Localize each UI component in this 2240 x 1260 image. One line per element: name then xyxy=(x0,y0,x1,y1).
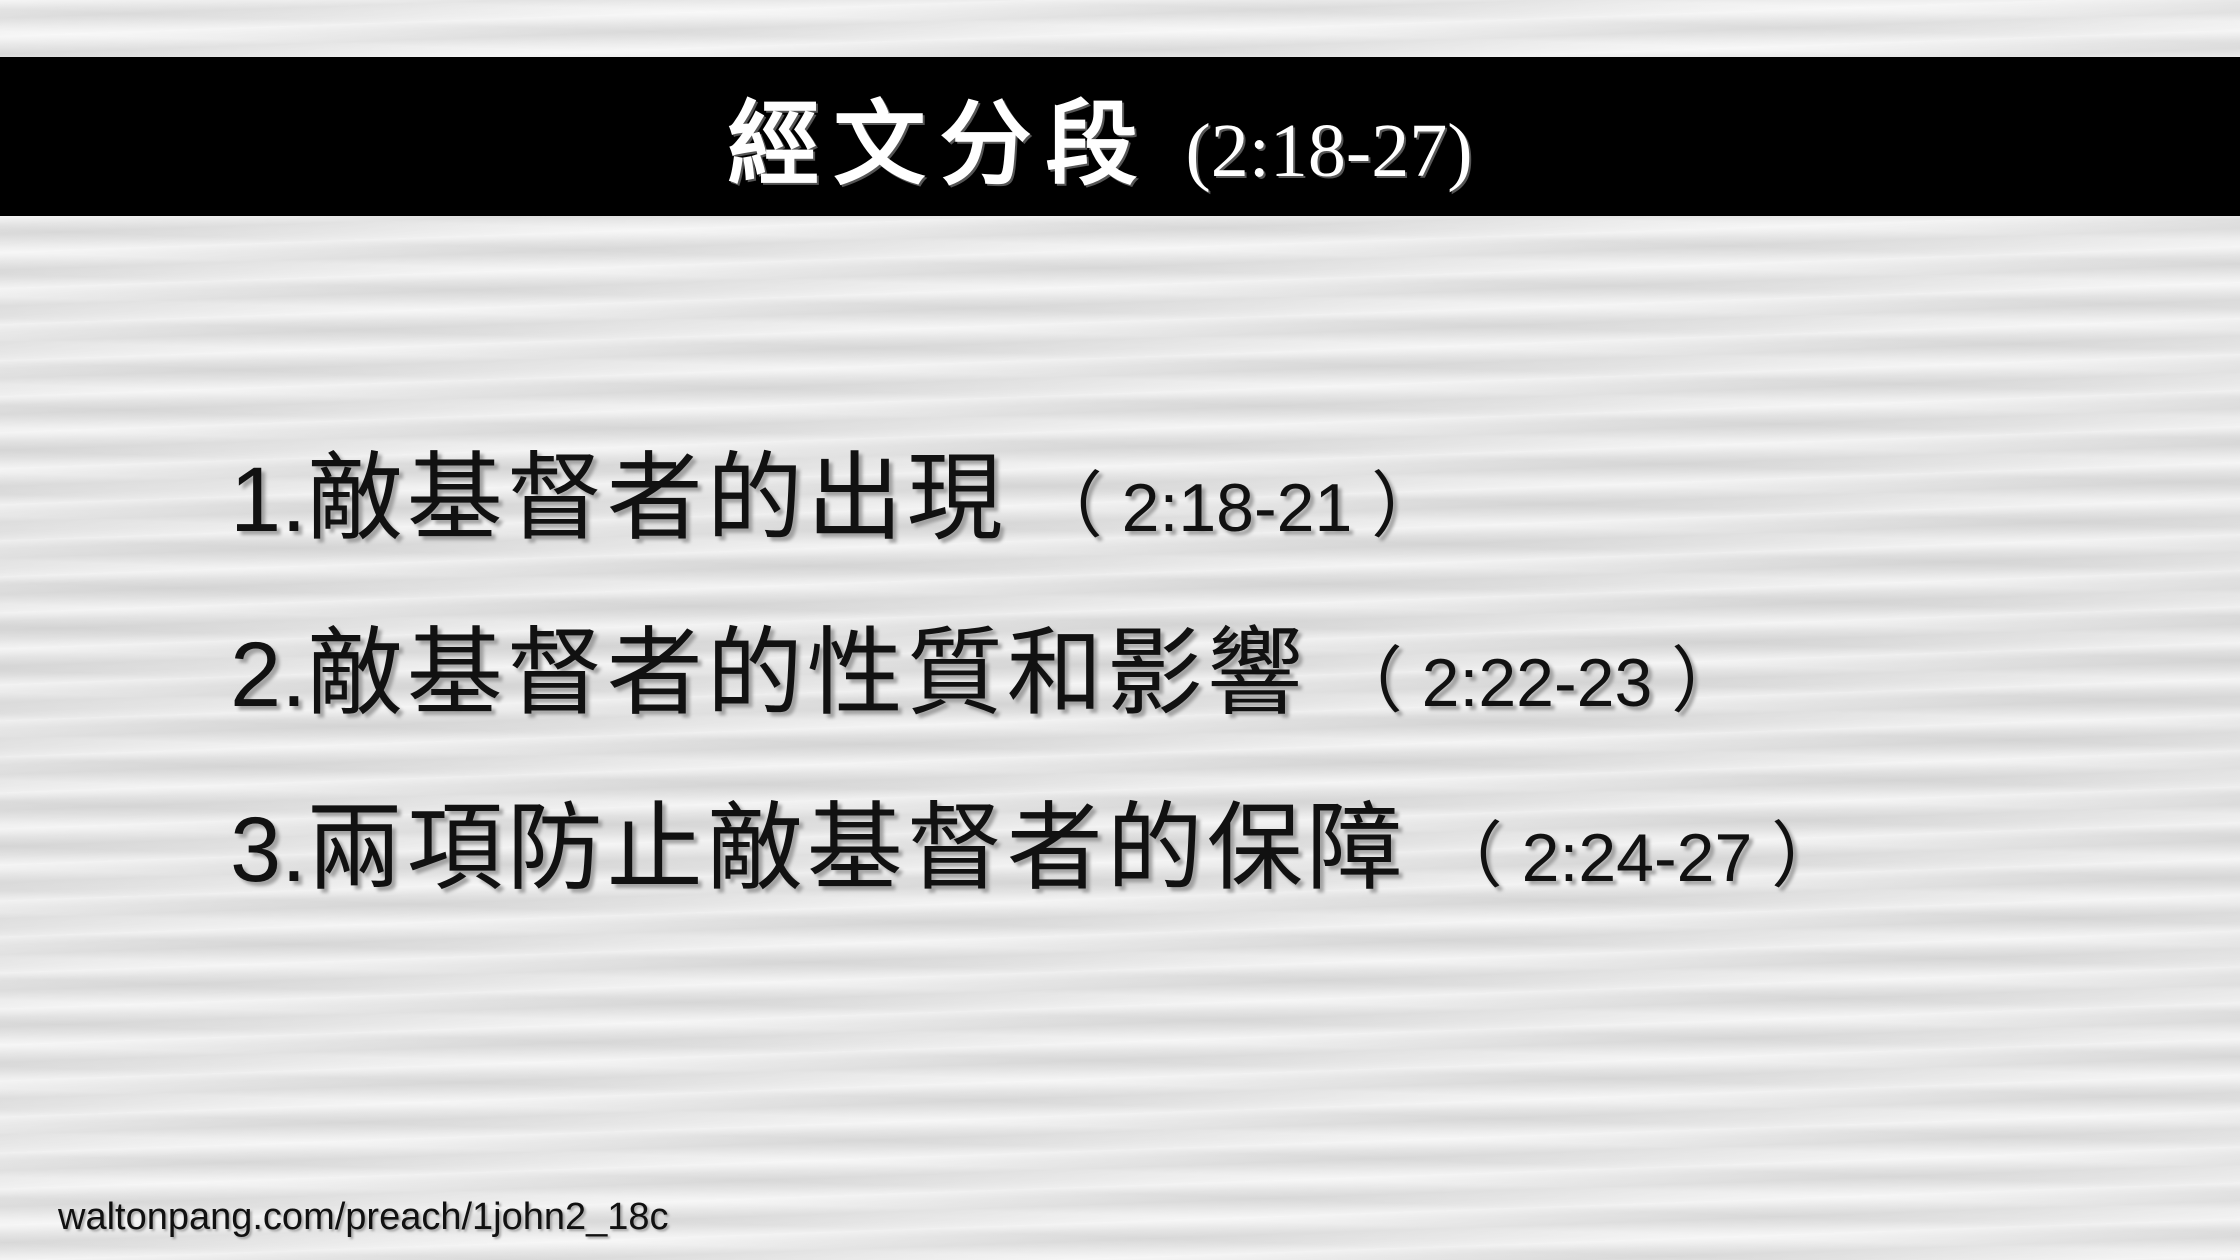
section-title: 兩項防止敵基督者的保障 xyxy=(306,792,1407,904)
section-number: 3. xyxy=(230,799,307,901)
section-reference: （ 2:24-27 ） xyxy=(1431,797,1843,902)
section-item-2: 2. 敵基督者的性質和影響 （ 2:22-23 ） xyxy=(230,595,2190,770)
section-number: 2. xyxy=(230,624,307,726)
title-bar: 經文分段 (2:18-27) xyxy=(0,57,2240,216)
reference-close-paren: ） xyxy=(1671,642,1744,722)
section-list: 1. 敵基督者的出現 （ 2:18-21 ） 2. 敵基督者的性質和影響 （ 2… xyxy=(230,420,2190,945)
reference-verses: 2:18-21 xyxy=(1102,470,1372,546)
section-number: 1. xyxy=(230,449,307,551)
section-title: 敵基督者的性質和影響 xyxy=(306,617,1307,729)
section-item-1: 1. 敵基督者的出現 （ 2:18-21 ） xyxy=(230,420,2190,595)
title-main: 經文分段 xyxy=(727,90,1152,198)
section-title: 敵基督者的出現 xyxy=(306,442,1007,554)
reference-open-paren: （ xyxy=(1330,642,1403,722)
reference-verses: 2:22-23 xyxy=(1402,645,1672,721)
reference-verses: 2:24-27 xyxy=(1502,820,1772,896)
footer-url: waltonpang.com/preach/1john2_18c xyxy=(58,1196,669,1238)
reference-open-paren: （ xyxy=(1430,817,1503,897)
section-reference: （ 2:22-23 ） xyxy=(1331,622,1743,727)
reference-open-paren: （ xyxy=(1030,467,1103,547)
reference-close-paren: ） xyxy=(1371,467,1444,547)
section-reference: （ 2:18-21 ） xyxy=(1031,447,1443,552)
reference-close-paren: ） xyxy=(1771,817,1844,897)
section-item-3: 3. 兩項防止敵基督者的保障 （ 2:24-27 ） xyxy=(230,770,2190,945)
title-reference: (2:18-27) xyxy=(1185,109,1473,193)
slide-title: 經文分段 (2:18-27) xyxy=(727,70,1472,203)
